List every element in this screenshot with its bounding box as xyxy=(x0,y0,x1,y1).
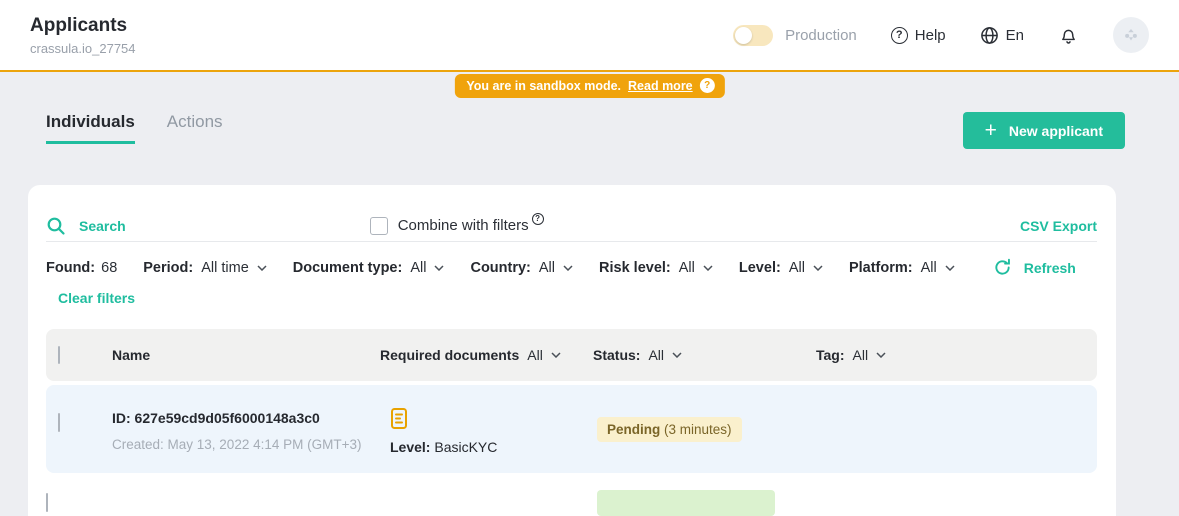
filter-platform[interactable]: Platform: All xyxy=(849,260,955,276)
chevron-down-icon xyxy=(876,352,886,358)
toolbar: Search Combine with filters? CSV Export xyxy=(46,185,1097,241)
sandbox-banner: You are in sandbox mode. Read more ? xyxy=(454,74,724,98)
table-header: Name Required documents All Status: All … xyxy=(46,329,1097,381)
combine-checkbox[interactable] xyxy=(370,217,388,235)
chevron-down-icon xyxy=(257,265,267,271)
combine-help-icon[interactable]: ? xyxy=(532,213,544,225)
applicants-card: Search Combine with filters? CSV Export … xyxy=(28,185,1116,516)
filter-value: All xyxy=(921,260,937,276)
header-checkbox-cell xyxy=(46,347,112,363)
filter-label: Period: xyxy=(143,260,193,276)
chevron-down-icon xyxy=(672,352,682,358)
filter-country[interactable]: Country: All xyxy=(470,260,573,276)
production-label: Production xyxy=(785,27,857,44)
chevron-down-icon xyxy=(551,352,561,358)
refresh-button[interactable]: Refresh xyxy=(993,258,1076,277)
filter-level[interactable]: Level: All xyxy=(739,260,823,276)
filter-label: Level: xyxy=(739,260,781,276)
app-header: Applicants crassula.io_27754 Production … xyxy=(0,0,1179,72)
production-toggle[interactable] xyxy=(733,25,773,46)
help-label: Help xyxy=(915,27,946,44)
chevron-down-icon xyxy=(703,265,713,271)
production-toggle-group: Production xyxy=(733,25,857,46)
row-checkbox-cell xyxy=(46,385,112,432)
refresh-icon xyxy=(993,258,1012,277)
avatar-mask-icon xyxy=(1120,24,1142,46)
column-required-documents[interactable]: Required documents All xyxy=(380,347,593,363)
notifications-button[interactable] xyxy=(1058,25,1079,46)
filter-label: Country: xyxy=(470,260,530,276)
column-tag[interactable]: Tag: All xyxy=(816,347,1097,363)
applicant-created: Created: May 13, 2022 4:14 PM (GMT+3) xyxy=(112,437,380,452)
help-button[interactable]: ? Help xyxy=(891,27,946,44)
status-cell: Pending (3 minutes) xyxy=(593,385,816,442)
tab-actions[interactable]: Actions xyxy=(167,112,223,141)
page-title: Applicants xyxy=(30,15,136,37)
tab-individuals[interactable]: Individuals xyxy=(46,112,135,144)
sandbox-banner-text: You are in sandbox mode. xyxy=(466,79,621,93)
applicant-level: Level: BasicKYC xyxy=(390,439,593,455)
filter-value: All xyxy=(410,260,426,276)
chevron-down-icon xyxy=(434,265,444,271)
chevron-down-icon xyxy=(945,265,955,271)
table-row[interactable]: ID: 627e59cd9d05f6000148a3c0 Created: Ma… xyxy=(46,385,1097,473)
sandbox-help-icon[interactable]: ? xyxy=(700,78,715,93)
filter-value: All xyxy=(789,260,805,276)
filters-row: Found: 68 Period: All time Document type… xyxy=(46,242,1097,277)
applicant-id: ID: 627e59cd9d05f6000148a3c0 xyxy=(112,410,380,426)
filter-period[interactable]: Period: All time xyxy=(143,260,267,276)
filter-risk-level[interactable]: Risk level: All xyxy=(599,260,713,276)
bell-icon xyxy=(1058,25,1079,46)
page-subtitle: crassula.io_27754 xyxy=(30,41,136,56)
read-more-link[interactable]: Read more xyxy=(628,79,693,93)
status-cell xyxy=(593,487,816,516)
new-applicant-label: New applicant xyxy=(1009,123,1103,139)
clear-filters-button[interactable]: Clear filters xyxy=(46,290,135,306)
search-button[interactable]: Search xyxy=(46,216,126,236)
header-actions: Production ? Help En xyxy=(733,17,1149,53)
row-checkbox-cell xyxy=(46,487,112,512)
filter-document-type[interactable]: Document type: All xyxy=(293,260,445,276)
select-all-checkbox[interactable] xyxy=(58,346,60,364)
search-icon xyxy=(46,216,66,236)
search-label: Search xyxy=(79,218,126,234)
filter-value: All xyxy=(679,260,695,276)
language-selector[interactable]: En xyxy=(980,26,1024,45)
language-label: En xyxy=(1006,27,1024,44)
help-icon: ? xyxy=(891,27,908,44)
filter-label: Risk level: xyxy=(599,260,671,276)
toggle-knob xyxy=(735,27,752,44)
table-row[interactable] xyxy=(46,487,1097,516)
document-icon xyxy=(390,407,408,430)
row-checkbox[interactable] xyxy=(58,413,60,432)
status-badge-approved xyxy=(597,490,775,516)
chevron-down-icon xyxy=(563,265,573,271)
tabs-row: Individuals Actions + New applicant xyxy=(28,112,1151,149)
refresh-label: Refresh xyxy=(1024,260,1076,276)
filter-value: All time xyxy=(201,260,249,276)
row-checkbox[interactable] xyxy=(46,493,48,512)
status-badge-pending: Pending (3 minutes) xyxy=(597,417,742,442)
column-status[interactable]: Status: All xyxy=(593,347,816,363)
applicant-name-cell: ID: 627e59cd9d05f6000148a3c0 Created: Ma… xyxy=(112,385,380,452)
filter-label: Platform: xyxy=(849,260,913,276)
filter-value: All xyxy=(539,260,555,276)
plus-icon: + xyxy=(985,120,997,141)
filter-label: Document type: xyxy=(293,260,403,276)
new-applicant-button[interactable]: + New applicant xyxy=(963,112,1125,149)
found-count: Found: 68 xyxy=(46,260,117,276)
globe-icon xyxy=(980,26,999,45)
required-documents-cell: Level: BasicKYC xyxy=(380,385,593,455)
column-name: Name xyxy=(112,347,380,363)
combine-with-filters: Combine with filters? xyxy=(370,217,544,235)
chevron-down-icon xyxy=(813,265,823,271)
main-content: Individuals Actions + New applicant Sear… xyxy=(0,112,1179,516)
avatar[interactable] xyxy=(1113,17,1149,53)
csv-export-button[interactable]: CSV Export xyxy=(1020,218,1097,234)
header-title-block: Applicants crassula.io_27754 xyxy=(30,15,136,56)
combine-label: Combine with filters? xyxy=(398,217,544,235)
